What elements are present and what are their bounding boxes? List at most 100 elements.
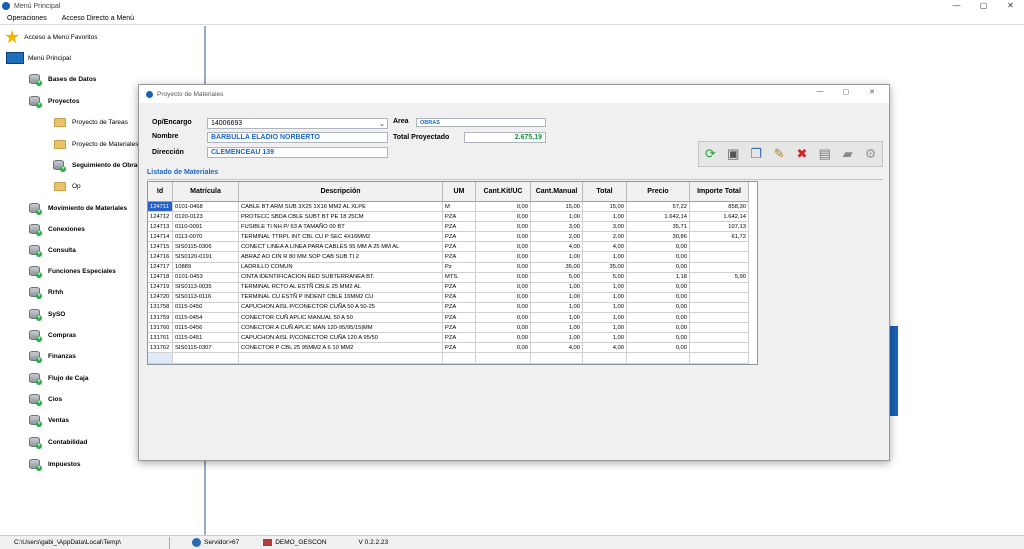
- table-cell[interactable]: 0,00: [476, 323, 531, 334]
- table-cell[interactable]: 57,22: [627, 202, 690, 213]
- table-cell[interactable]: PZA: [443, 302, 476, 314]
- table-cell[interactable]: 61,72: [690, 232, 749, 243]
- table-cell[interactable]: 0,00: [476, 282, 531, 293]
- table-cell[interactable]: PZA: [443, 292, 476, 303]
- table-cell[interactable]: 131759: [148, 313, 173, 324]
- table-cell[interactable]: 1,00: [583, 282, 627, 293]
- table-cell[interactable]: 0,00: [627, 323, 690, 334]
- table-cell[interactable]: 2,00: [583, 232, 627, 243]
- table-cell[interactable]: 0,00: [476, 242, 531, 253]
- table-cell[interactable]: TERMINAL TTRPL INT CBL CU P SEC 4X16MM2: [239, 232, 443, 243]
- table-cell[interactable]: 124715: [148, 242, 173, 253]
- table-cell[interactable]: 2,00: [531, 232, 583, 243]
- sidebar-item-proyectos[interactable]: + Proyectos: [28, 93, 79, 109]
- table-cell[interactable]: MTS.: [443, 272, 476, 283]
- sidebar-item-contabilidad[interactable]: + Contabilidad: [28, 434, 87, 450]
- col-importe-total[interactable]: Importe Total: [690, 182, 749, 202]
- table-cell[interactable]: 1,00: [583, 252, 627, 263]
- close-button[interactable]: ✕: [997, 0, 1024, 12]
- table-cell[interactable]: ABRAZ AO CIN R 80 MM SOP CAB SUB TI 2: [239, 252, 443, 263]
- table-cell[interactable]: 0,00: [476, 302, 531, 314]
- table-cell[interactable]: PZA: [443, 232, 476, 243]
- table-cell[interactable]: 10889: [173, 262, 239, 273]
- table-cell[interactable]: 0,00: [476, 212, 531, 223]
- table-cell[interactable]: 0120-0123: [173, 212, 239, 223]
- dialog-minimize-button[interactable]: —: [807, 88, 833, 96]
- table-cell[interactable]: 3,00: [531, 222, 583, 233]
- table-cell[interactable]: 0,00: [627, 262, 690, 273]
- table-cell[interactable]: 124717: [148, 262, 173, 273]
- table-cell[interactable]: 1,00: [583, 212, 627, 223]
- table-cell[interactable]: 0,00: [627, 242, 690, 253]
- table-cell[interactable]: CAPUCHON AISL P/CONECTOR CUÑA 50 A 50-25: [239, 302, 443, 314]
- table-row[interactable]: 124720 SIS0113-0116 TERMINAL CU ESTÑ P IND…: [148, 292, 757, 303]
- sidebar-item-movimiento-de-materiales[interactable]: + Movimiento de Materiales: [28, 200, 127, 216]
- sidebar-item-flujo-de-caja[interactable]: + Flujo de Caja: [28, 370, 88, 386]
- sidebar-item-syso[interactable]: + SySO: [28, 306, 65, 322]
- edit-icon[interactable]: ✎: [769, 144, 789, 164]
- table-cell[interactable]: [690, 313, 749, 324]
- table-cell[interactable]: 131762: [148, 343, 173, 354]
- table-cell[interactable]: PZA: [443, 333, 476, 344]
- table-cell[interactable]: CINTA IDENTIFICACION RED SUBTERRANEA BT.: [239, 272, 443, 283]
- table-cell[interactable]: [690, 292, 749, 303]
- table-cell[interactable]: 124712: [148, 212, 173, 223]
- table-cell[interactable]: 131761: [148, 333, 173, 344]
- op-dropdown[interactable]: 14006693 ⌄: [207, 118, 388, 129]
- table-cell[interactable]: 4,00: [583, 242, 627, 253]
- table-cell[interactable]: PZA: [443, 343, 476, 354]
- table-cell[interactable]: 1,00: [531, 333, 583, 344]
- minimize-button[interactable]: —: [943, 0, 970, 12]
- table-row[interactable]: 131759 0115-0454 CONECTOR CUÑ APLIC MANUAL…: [148, 313, 757, 324]
- col-matricula[interactable]: Matrícula: [173, 182, 239, 202]
- table-cell[interactable]: 0,00: [476, 202, 531, 213]
- table-cell[interactable]: SIS0120-0191: [173, 252, 239, 263]
- table-cell[interactable]: 0,00: [476, 292, 531, 303]
- sidebar-favorites[interactable]: ★ Acceso a Menú Favoritos: [4, 28, 97, 46]
- table-cell[interactable]: 1.642,14: [627, 212, 690, 223]
- table-cell[interactable]: 131760: [148, 323, 173, 334]
- col-um[interactable]: UM: [443, 182, 476, 202]
- copy-icon[interactable]: ❐: [746, 144, 766, 164]
- table-cell[interactable]: 0101-0453: [173, 272, 239, 283]
- table-cell[interactable]: 1,00: [531, 252, 583, 263]
- table-cell[interactable]: 0,00: [627, 292, 690, 303]
- table-cell[interactable]: 0,00: [627, 333, 690, 344]
- table-cell[interactable]: 124711: [148, 202, 173, 213]
- dialog-maximize-button[interactable]: ▢: [833, 88, 859, 96]
- table-cell[interactable]: PZA: [443, 252, 476, 263]
- table-cell[interactable]: 5,00: [583, 272, 627, 283]
- table-cell[interactable]: SIS0115-0307: [173, 343, 239, 354]
- table-row[interactable]: 124718 0101-0453 CINTA IDENTIFICACION RED …: [148, 272, 757, 283]
- table-cell[interactable]: 1,00: [583, 302, 627, 314]
- table-cell[interactable]: 0,00: [476, 222, 531, 233]
- table-cell[interactable]: 1,00: [583, 323, 627, 334]
- table-cell[interactable]: CONECTOR A CUÑ APLIC MAN 120-95/95/15|MM: [239, 323, 443, 334]
- sidebar-item-impuestos[interactable]: + Impuestos: [28, 456, 81, 472]
- table-cell[interactable]: 0,00: [476, 272, 531, 283]
- table-cell[interactable]: 4,00: [583, 343, 627, 354]
- table-cell[interactable]: 1,00: [583, 333, 627, 344]
- table-row[interactable]: 124714 0113-0070 TERMINAL TTRPL INT CBL CU…: [148, 232, 757, 243]
- table-cell[interactable]: 0,00: [476, 313, 531, 324]
- table-cell[interactable]: 0,00: [627, 302, 690, 314]
- table-cell[interactable]: 0,00: [627, 282, 690, 293]
- table-cell[interactable]: SIS0113-0116: [173, 292, 239, 303]
- table-cell[interactable]: SIS0115-0306: [173, 242, 239, 253]
- table-cell[interactable]: 1,18: [627, 272, 690, 283]
- table-cell[interactable]: PROTECC SBDA CBLE SUBT BT PE 18 25CM: [239, 212, 443, 223]
- table-cell[interactable]: [690, 323, 749, 334]
- table-cell[interactable]: 124719: [148, 282, 173, 293]
- table-cell[interactable]: 0115-0450: [173, 302, 239, 314]
- table-cell[interactable]: 1,00: [531, 313, 583, 324]
- sidebar-item-ventas[interactable]: + Ventas: [28, 412, 69, 428]
- table-row[interactable]: 124716 SIS0120-0191 ABRAZ AO CIN R 80 MM S…: [148, 252, 757, 263]
- sidebar-main-menu[interactable]: Menú Principal: [6, 50, 71, 66]
- table-cell[interactable]: 124714: [148, 232, 173, 243]
- table-cell[interactable]: LADRILLO COMUN: [239, 262, 443, 273]
- col-precio[interactable]: Precio: [627, 182, 690, 202]
- table-cell[interactable]: 35,00: [583, 262, 627, 273]
- table-cell[interactable]: 15,00: [531, 202, 583, 213]
- sidebar-item-proyecto-de-tareas[interactable]: Proyecto de Tareas: [54, 114, 128, 130]
- eraser-icon[interactable]: ▰: [838, 144, 858, 164]
